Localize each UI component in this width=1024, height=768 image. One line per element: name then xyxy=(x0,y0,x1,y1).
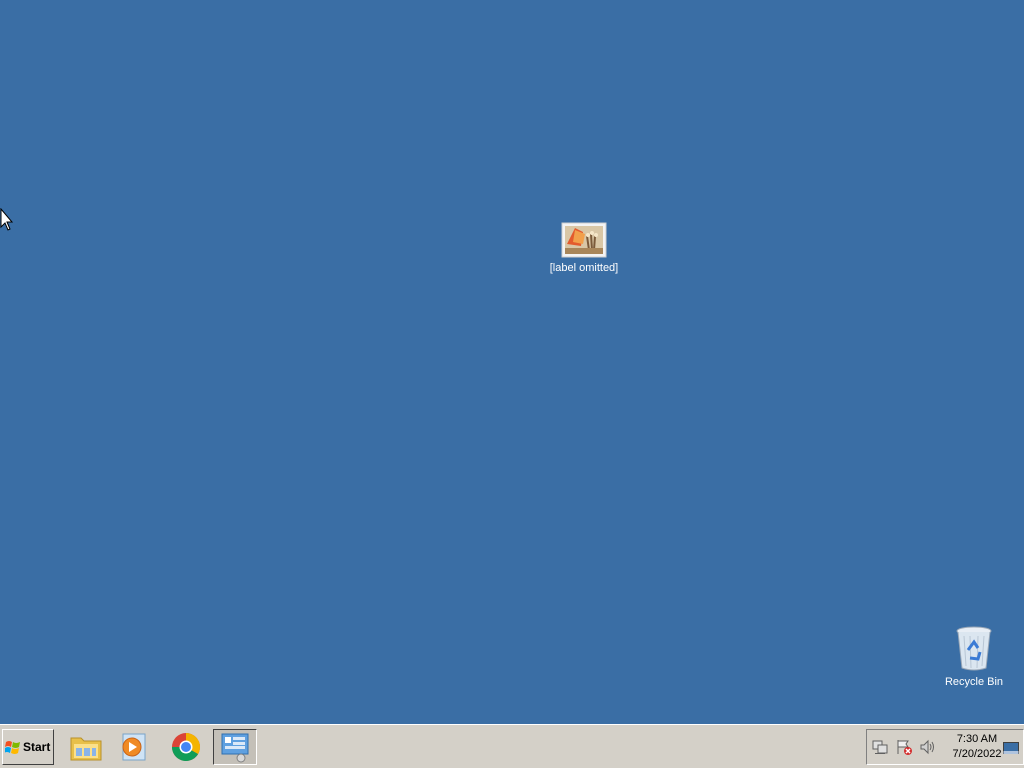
control-panel-icon xyxy=(221,733,249,763)
recycle-bin-icon xyxy=(956,626,992,671)
desktop[interactable]: [label omitted] Recycle Bin xyxy=(0,0,1024,724)
image-file-icon xyxy=(561,222,607,258)
recycle-bin-label: Recycle Bin xyxy=(944,676,1004,688)
media-player-icon xyxy=(122,733,146,761)
start-label: Start xyxy=(23,740,51,754)
quick-launch-media-player[interactable] xyxy=(112,729,156,765)
clock-time: 7:30 AM xyxy=(956,733,998,745)
volume-icon[interactable] xyxy=(917,736,939,758)
quick-launch-explorer[interactable] xyxy=(64,729,108,765)
file-explorer-icon xyxy=(70,737,102,761)
network-icon[interactable] xyxy=(869,736,891,758)
start-button[interactable]: Start xyxy=(2,729,54,765)
clock-date: 7/20/2022 xyxy=(952,748,1002,760)
desktop-image-file[interactable]: [label omitted] xyxy=(546,222,622,275)
show-desktop-icon[interactable] xyxy=(1003,742,1019,756)
mouse-cursor-icon xyxy=(0,208,14,231)
action-center-icon[interactable] xyxy=(893,736,915,758)
quick-launch-chrome[interactable] xyxy=(164,729,208,765)
system-tray: 7:30 AM 7/20/2022 xyxy=(866,729,1024,765)
windows-logo-icon xyxy=(5,741,20,754)
clock[interactable]: 7:30 AM 7/20/2022 xyxy=(947,732,1007,762)
quick-launch-control-panel[interactable] xyxy=(213,729,257,765)
file-label-line1: [label omitted] xyxy=(549,262,619,274)
taskbar: Start 7:30 AM 7/20/2022 xyxy=(0,724,1024,768)
recycle-bin[interactable]: Recycle Bin xyxy=(936,626,1012,689)
chrome-icon xyxy=(172,733,200,761)
